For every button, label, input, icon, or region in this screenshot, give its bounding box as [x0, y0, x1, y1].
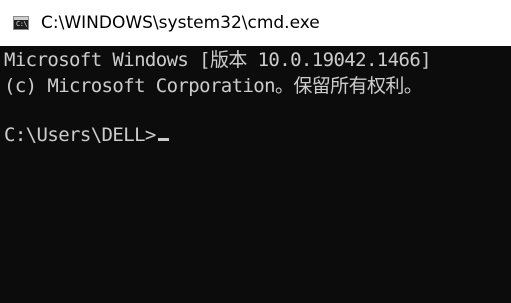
console-line-copyright: (c) Microsoft Corporation。保留所有权利。 — [4, 75, 423, 97]
cmd-window: C:\ C:\WINDOWS\system32\cmd.exe Microsof… — [0, 0, 511, 303]
window-title: C:\WINDOWS\system32\cmd.exe — [41, 13, 320, 33]
text-cursor — [157, 138, 169, 141]
command-prompt: C:\Users\DELL> — [4, 124, 156, 146]
console-line-version: Microsoft Windows [版本 10.0.19042.1466] — [4, 49, 432, 71]
title-bar[interactable]: C:\ C:\WINDOWS\system32\cmd.exe — [0, 0, 511, 46]
console-output[interactable]: Microsoft Windows [版本 10.0.19042.1466] (… — [0, 46, 511, 303]
console-prompt-line[interactable]: C:\Users\DELL> — [4, 122, 169, 148]
cmd-icon[interactable]: C:\ — [13, 16, 29, 30]
cmd-icon-prompt: C:\ — [16, 20, 28, 28]
